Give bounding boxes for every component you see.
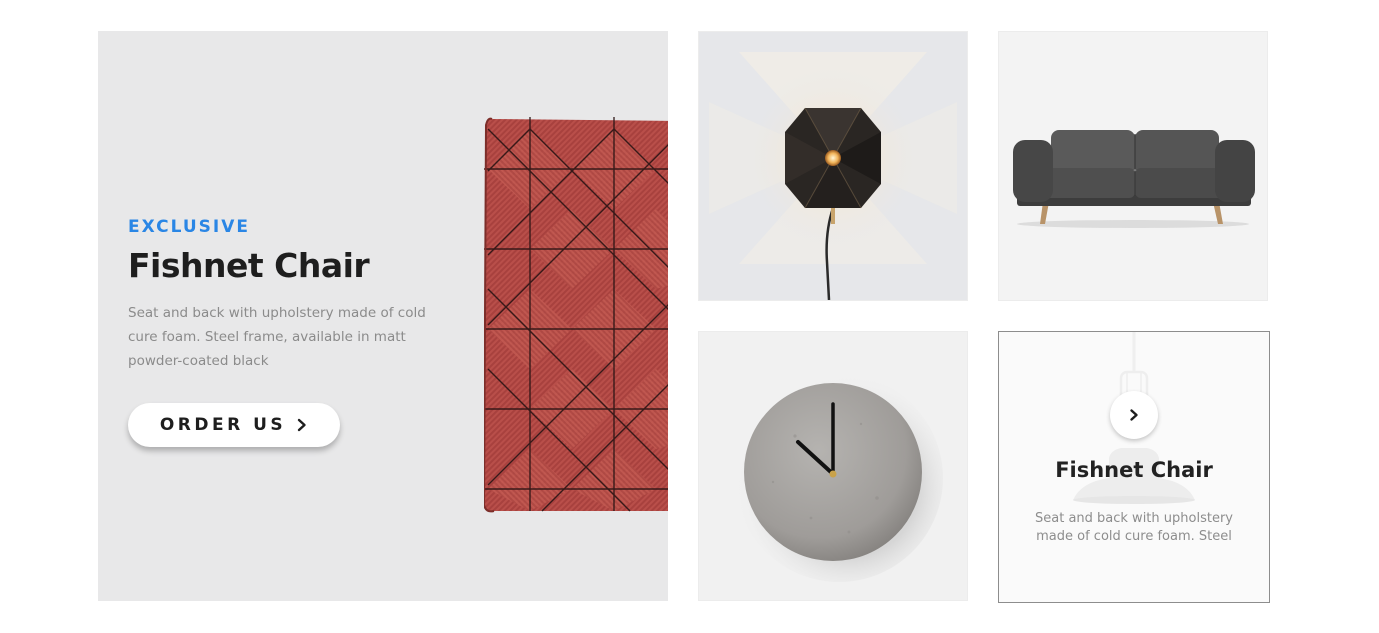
sofa-image — [999, 32, 1267, 300]
view-product-button[interactable] — [1110, 391, 1158, 439]
product-card-hover[interactable]: Fishnet Chair Seat and back with upholst… — [998, 331, 1270, 603]
hero-copy: EXCLUSIVE Fishnet Chair Seat and back wi… — [128, 217, 448, 373]
order-us-button[interactable]: ORDER US — [128, 403, 340, 447]
product-tile-sofa[interactable] — [998, 31, 1268, 301]
product-tile-clock[interactable] — [698, 331, 968, 601]
wall-clock-image — [699, 332, 967, 600]
pillow-image — [484, 117, 668, 513]
product-showcase: EXCLUSIVE Fishnet Chair Seat and back wi… — [0, 0, 1379, 633]
hero-eyebrow: EXCLUSIVE — [128, 217, 250, 237]
product-card-description: Seat and back with upholstery made of co… — [1035, 511, 1233, 544]
hero-description: Seat and back with upholstery made of co… — [128, 305, 426, 369]
hero-title: Fishnet Chair — [128, 246, 370, 285]
order-us-button-label: ORDER US — [159, 415, 287, 435]
hero-banner: EXCLUSIVE Fishnet Chair Seat and back wi… — [98, 31, 668, 601]
chevron-right-icon — [1130, 409, 1138, 421]
product-card-title: Fishnet Chair — [1055, 458, 1213, 482]
wall-lamp-image — [699, 32, 967, 300]
chevron-right-icon — [297, 418, 306, 432]
product-tile-lamp[interactable] — [698, 31, 968, 301]
